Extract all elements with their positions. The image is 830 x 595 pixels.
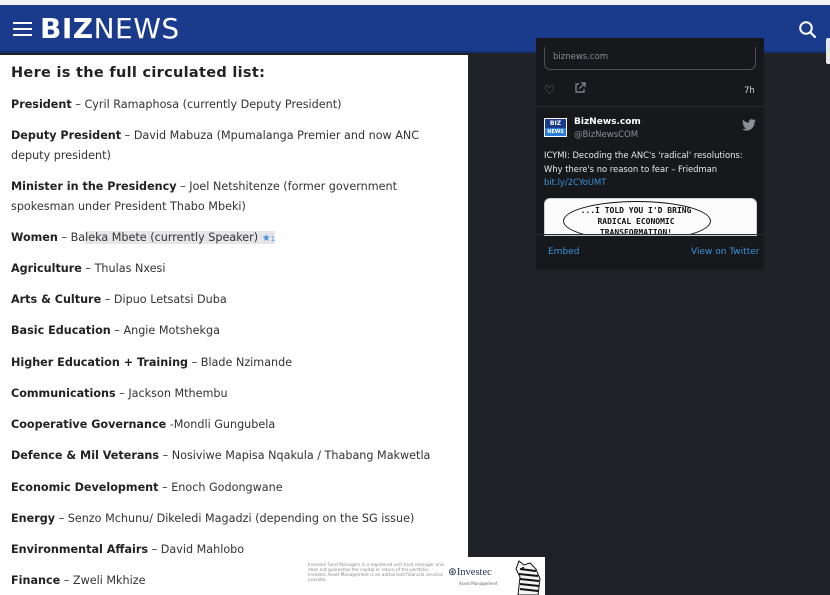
separator: – (158, 481, 172, 494)
tweet-handle[interactable]: @BizNewsCOM (574, 130, 638, 140)
widget-footer-divider (536, 234, 764, 235)
view-on-twitter-link[interactable]: View on Twitter (691, 247, 759, 257)
role-label: Cooperative Governance (11, 418, 167, 431)
separator: – (110, 324, 124, 337)
cartoon-line-1: ...I TOLD YOU I'D BRING (580, 206, 692, 215)
embed-link[interactable]: Embed (548, 247, 579, 257)
separator: – (115, 387, 129, 400)
list-item: Higher Education + Training – Blade Nzim… (11, 353, 457, 373)
link-card-domain: biznews.com (553, 52, 609, 62)
article-heading: Here is the full circulated list: (11, 65, 266, 81)
list-item: Communications – Jackson Mthembu (11, 384, 457, 404)
minister-name: Cyril Ramaphosa (currently Deputy Presid… (84, 98, 342, 111)
minister-name: Nosiviwe Mapisa Nqakula / Thabang Makwet… (171, 449, 431, 462)
separator: – (71, 98, 85, 111)
site-logo[interactable]: BIZNEWS (40, 13, 180, 45)
tweet-display-name[interactable]: BizNews.com (574, 117, 641, 127)
minister-name: Thulas Nxesi (94, 262, 166, 275)
ad-disclaimer: Investec Fund Managers is a registered u… (308, 563, 444, 583)
role-label: Basic Education (11, 324, 111, 337)
separator: – (57, 231, 71, 244)
list-item: Deputy President – David Mabuza (Mpumala… (11, 126, 457, 166)
role-label: Higher Education + Training (11, 356, 189, 369)
role-label: Deputy President (11, 129, 122, 142)
role-label: Finance (11, 574, 61, 587)
cartoon-line-2: RADICAL ECONOMIC (597, 217, 675, 226)
minister-name: Ba (70, 231, 86, 244)
avatar-text-bottom: NEWS (545, 128, 566, 136)
role-label: Economic Development (11, 481, 159, 494)
minister-name: Dipuo Letsatsi Duba (113, 293, 227, 306)
separator: – (60, 574, 73, 587)
text-highlight[interactable]: leka Mbete (currently Speaker) ★1 (85, 231, 276, 244)
role-label: Women (11, 231, 58, 244)
separator: – (176, 180, 190, 193)
separator: – (148, 543, 161, 556)
list-item: Economic Development – Enoch Godongwane (11, 478, 457, 498)
minister-name: Jackson Mthembu (128, 387, 228, 400)
scroll-edge[interactable] (826, 38, 830, 64)
tweet-link[interactable]: bit.ly/2CYoUMT (544, 177, 606, 187)
highlighted-text: leka Mbete (currently Speaker) (85, 231, 259, 244)
tweet-time[interactable]: 7h (744, 86, 755, 96)
role-label: Defence & Mil Veterans (11, 449, 160, 462)
role-label: Energy (11, 512, 56, 525)
list-item: Agriculture – Thulas Nxesi (11, 259, 457, 279)
separator: – (55, 512, 68, 525)
article-body: Here is the full circulated list: Presid… (0, 55, 468, 595)
role-label: President (11, 98, 72, 111)
minister-name: Zweli Mkhize (72, 574, 146, 587)
separator: – (121, 129, 134, 142)
separator: – (159, 449, 172, 462)
role-label: Arts & Culture (11, 293, 102, 306)
role-label: Minister in the Presidency (11, 180, 177, 193)
tweet-cartoon-image[interactable]: ...I TOLD YOU I'D BRING RADICAL ECONOMIC… (544, 198, 757, 236)
list-item: Women – Baleka Mbete (currently Speaker)… (11, 228, 457, 249)
avatar-text-top: BIZ (549, 120, 562, 127)
star-icon[interactable]: ★1 (262, 233, 275, 244)
tweet-divider (536, 106, 764, 107)
previous-tweet-link-card[interactable]: biznews.com (544, 47, 756, 70)
list-item: President – Cyril Ramaphosa (currently D… (11, 95, 457, 115)
separator: – (81, 262, 95, 275)
ad-subtitle: Asset Management (459, 581, 498, 586)
investec-logo: ⊛Investec (448, 566, 492, 578)
role-label: Communications (11, 387, 116, 400)
role-label: Environmental Affairs (11, 543, 149, 556)
minister-name: Senzo Mchunu/ Dikeledi Magadzi (dependin… (67, 512, 415, 525)
logo-biz: BIZ (40, 12, 94, 45)
search-icon[interactable] (798, 20, 818, 40)
logo-news: NEWS (93, 12, 180, 45)
cartoon-caption: ...I TOLD YOU I'D BRING RADICAL ECONOMIC… (571, 205, 701, 235)
list-item: Minister in the Presidency – Joel Netshi… (11, 177, 457, 217)
list-item: Arts & Culture – Dipuo Letsatsi Duba (11, 290, 457, 310)
heart-icon[interactable]: ♡ (544, 83, 555, 97)
list-item: Basic Education – Angie Motshekga (11, 321, 457, 341)
minister-name: Enoch Godongwane (171, 481, 283, 494)
role-label: Agriculture (11, 262, 82, 275)
share-icon[interactable] (574, 82, 586, 97)
twitter-timeline-widget: biznews.com ♡ 7h BIZ NEWS BizNews.com @Bi… (536, 38, 764, 270)
minister-name: David Mahlobo (160, 543, 245, 556)
minister-name: Blade Nzimande (200, 356, 293, 369)
tweet-text: ICYMI: Decoding the ANC's 'radical' reso… (544, 149, 758, 190)
zebra-icon (510, 559, 544, 595)
tweet-body: ICYMI: Decoding the ANC's 'radical' reso… (544, 150, 743, 174)
ad-brand: Investec (456, 567, 492, 578)
minister-name: Angie Motshekga (123, 324, 220, 337)
avatar[interactable]: BIZ NEWS (544, 118, 567, 137)
list-item: Defence & Mil Veterans – Nosiviwe Mapisa… (11, 446, 457, 466)
separator: – (101, 293, 114, 306)
separator: - (166, 418, 174, 431)
list-item: Cooperative Governance -Mondli Gungubela (11, 415, 457, 435)
minister-name: Mondli Gungubela (173, 418, 276, 431)
twitter-bird-icon[interactable] (742, 116, 756, 131)
list-item: Energy – Senzo Mchunu/ Dikeledi Magadzi … (11, 509, 457, 529)
advertisement-banner[interactable]: Investec Fund Managers is a registered u… (305, 557, 545, 595)
investec-emblem-icon: ⊛ (448, 567, 457, 578)
hamburger-menu-icon[interactable] (13, 22, 32, 36)
highlight-count: 1 (270, 235, 276, 243)
separator: – (188, 356, 201, 369)
